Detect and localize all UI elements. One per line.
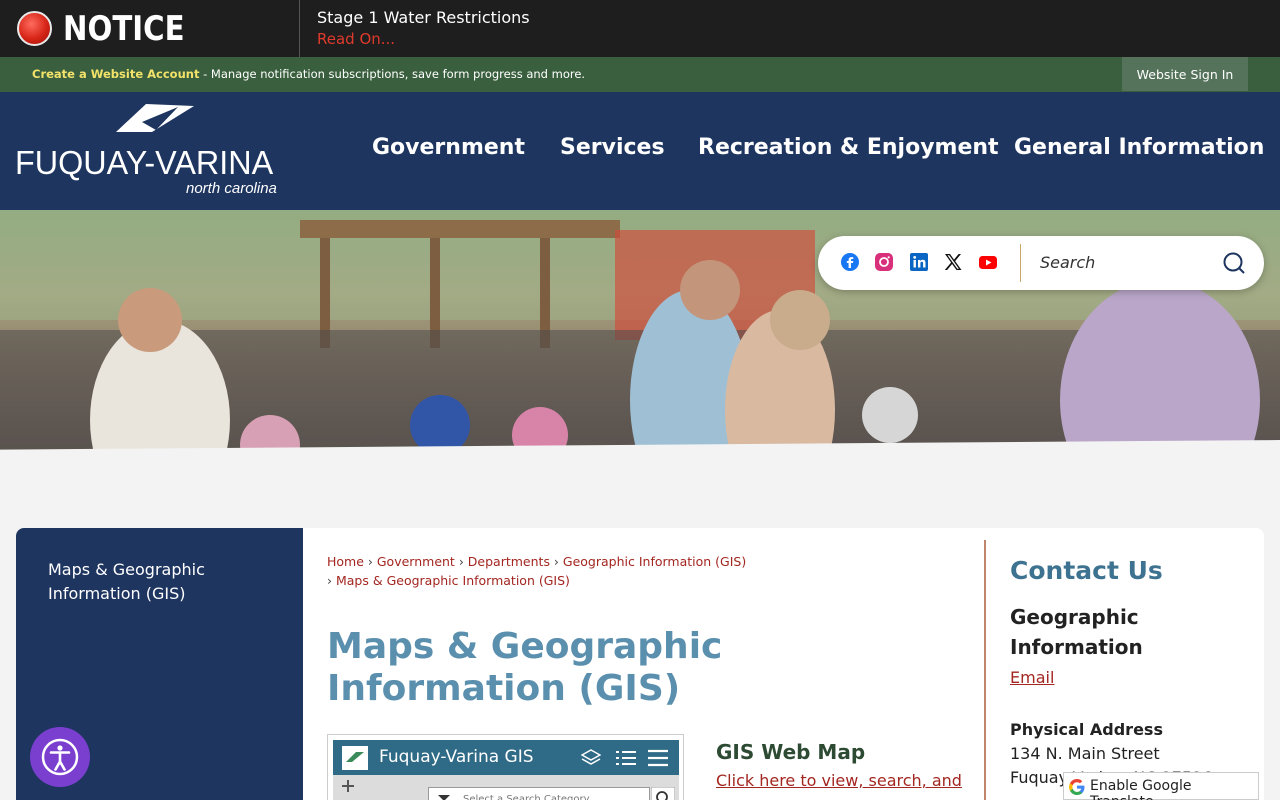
search-input[interactable]: Search [1040,253,1095,272]
logo-mark-icon [116,104,194,132]
gis-thumbnail[interactable]: Fuquay-Varina GIS Select a Search Catego… [327,734,684,800]
alert-icon [17,11,52,46]
account-description: - Manage notification subscriptions, sav… [199,67,586,81]
content-card: Maps & Geographic Information (GIS) Home… [16,528,1264,800]
notice-label: NOTICE [63,9,185,49]
address-line-1: 134 N. Main Street [1010,744,1160,763]
thumbnail-search-select: Select a Search Category [428,787,650,800]
linkedin-icon[interactable] [909,252,929,272]
sidebar-item-gis[interactable]: Maps & Geographic Information (GIS) [48,558,278,606]
hero-divider [0,440,1280,520]
breadcrumb: Home › Government › Departments › Geogra… [327,554,747,588]
breadcrumb-home[interactable]: Home [327,554,364,569]
x-icon[interactable] [943,252,963,272]
nav-recreation[interactable]: Recreation & Enjoyment [698,135,999,160]
website-sign-in-button[interactable]: Website Sign In [1122,57,1248,91]
logo-name: FUQUAY-VARINA [15,144,274,181]
facebook-icon[interactable] [840,252,860,272]
gis-logo-icon [342,746,368,770]
zoom-in-icon [342,780,354,792]
social-search-bar: Search [818,236,1264,290]
thumbnail-header: Fuquay-Varina GIS [333,740,679,775]
notice-label-area: NOTICE [0,0,300,57]
menu-icon [648,749,668,767]
thumbnail-title: Fuquay-Varina GIS [379,747,534,767]
nav-services[interactable]: Services [560,135,665,160]
account-bar: Create a Website Account - Manage notifi… [0,57,1280,92]
breadcrumb-departments[interactable]: Departments [468,554,550,569]
gis-web-map-heading: GIS Web Map [716,740,866,764]
gis-web-map-link[interactable]: Click here to view, search, and [716,771,962,790]
thumbnail-search-icon [651,787,675,800]
physical-address-label: Physical Address [1010,720,1163,739]
search-divider [1020,244,1021,282]
accessibility-icon [41,738,79,776]
logo-subtitle: north carolina [186,180,277,197]
search-icon[interactable] [1222,251,1246,275]
breadcrumb-gis[interactable]: Geographic Information (GIS) [563,554,746,569]
contact-email-link[interactable]: Email [1010,668,1054,687]
instagram-icon[interactable] [874,252,894,272]
site-header: FUQUAY-VARINA north carolina Government … [0,92,1280,210]
create-account-link[interactable]: Create a Website Account [32,67,199,81]
google-icon [1068,778,1086,796]
breadcrumb-current[interactable]: Maps & Geographic Information (GIS) [336,573,570,588]
layers-icon [581,749,601,765]
thumbnail-map: Select a Search Category [333,775,679,800]
list-icon [616,751,636,765]
chevron-down-icon [438,795,450,800]
google-translate-label: Enable Google Translate [1090,778,1192,800]
notice-title: Stage 1 Water Restrictions [317,8,530,27]
google-translate-button[interactable]: Enable Google Translate [1063,772,1259,800]
page-title: Maps & Geographic Information (GIS) [327,626,723,709]
breadcrumb-government[interactable]: Government [377,554,455,569]
notice-bar: NOTICE Stage 1 Water Restrictions Read O… [0,0,1280,57]
nav-government[interactable]: Government [372,135,525,160]
account-text: Create a Website Account - Manage notifi… [32,67,585,81]
youtube-icon[interactable] [978,252,998,272]
nav-general-information[interactable]: General Information [1014,135,1264,160]
contact-department: Geographic Information [1010,605,1143,659]
contact-title: Contact Us [1010,556,1163,585]
contact-divider [984,540,986,800]
notice-read-on-link[interactable]: Read On... [317,30,395,48]
accessibility-button[interactable] [30,727,90,787]
